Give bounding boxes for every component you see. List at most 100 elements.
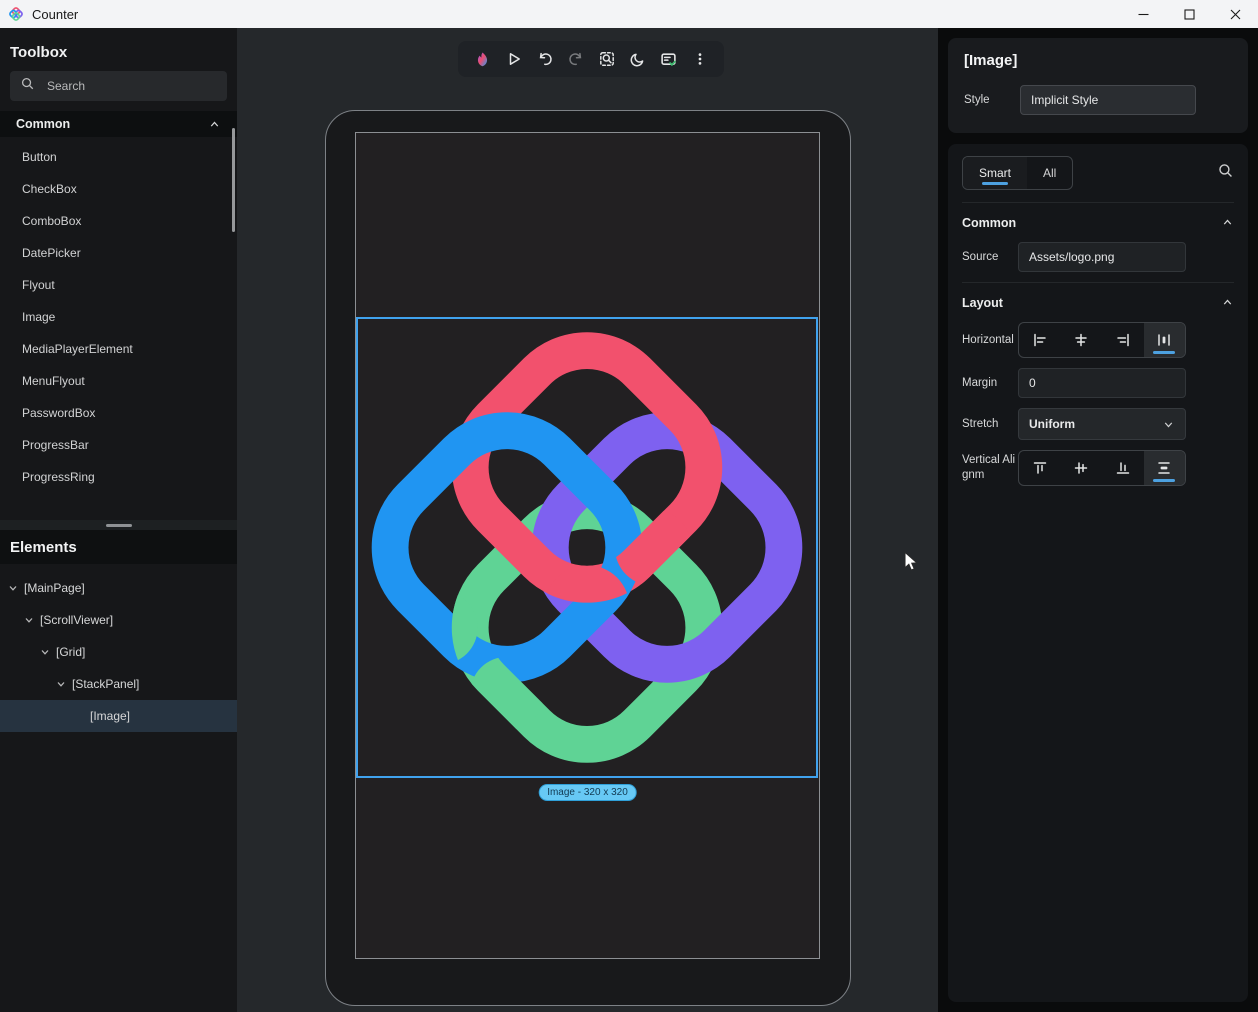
toolbox-search-input[interactable]: Search (10, 71, 227, 101)
more-icon (692, 51, 708, 67)
stretch-dropdown[interactable]: Uniform (1018, 408, 1186, 440)
tree-chevron-down-icon[interactable] (8, 583, 18, 593)
properties-panel: [Image] Style Implicit Style Smart All Co… (938, 28, 1258, 1012)
toolbox-panel: Toolbox Search Common ButtonCheckBoxComb… (0, 28, 237, 520)
canvas-toolbar (458, 41, 724, 77)
theme-moon-button[interactable] (623, 44, 652, 74)
more-button[interactable] (685, 44, 714, 74)
align-left-button[interactable] (1019, 323, 1061, 357)
inspector-header: [Image] (964, 52, 1232, 69)
design-canvas[interactable]: Image - 320 x 320 (237, 28, 938, 1012)
stretch-vertical-icon (1156, 460, 1172, 476)
toolbox-item-progressbar[interactable]: ProgressBar (0, 429, 237, 461)
task-check-button[interactable] (654, 44, 683, 74)
stretch-horizontal-button[interactable] (1144, 323, 1186, 357)
style-label: Style (964, 93, 1020, 108)
panel-splitter[interactable] (0, 520, 237, 530)
section-layout-label: Layout (962, 296, 1003, 310)
stretch-horizontal-icon (1156, 332, 1172, 348)
tree-node-label: [ScrollViewer] (40, 613, 113, 627)
tab-label: All (1043, 166, 1056, 180)
align-center-button[interactable] (1061, 323, 1103, 357)
left-panel: Toolbox Search Common ButtonCheckBoxComb… (0, 28, 237, 1012)
toolbox-item-menuflyout[interactable]: MenuFlyout (0, 365, 237, 397)
tree-node-label: [MainPage] (24, 581, 85, 595)
toolbox-item-checkbox[interactable]: CheckBox (0, 173, 237, 205)
toolbox-item-image[interactable]: Image (0, 301, 237, 333)
tree-node-label: [Grid] (56, 645, 85, 659)
toolbox-item-flyout[interactable]: Flyout (0, 269, 237, 301)
source-input[interactable]: Assets/logo.png (1018, 242, 1186, 272)
close-button[interactable] (1212, 0, 1258, 28)
tree-chevron-down-icon[interactable] (40, 647, 50, 657)
redo-icon (568, 51, 584, 67)
align-right-button[interactable] (1102, 323, 1144, 357)
tree-node-stackpanel[interactable]: [StackPanel] (0, 668, 237, 700)
toolbox-scrollbar-thumb[interactable] (232, 128, 235, 232)
align-top-icon (1032, 460, 1048, 476)
device-frame: Image - 320 x 320 (325, 110, 851, 1006)
toolbox-item-button[interactable]: Button (0, 141, 237, 173)
image-selection-overlay[interactable] (356, 317, 818, 778)
section-layout-header[interactable]: Layout (962, 282, 1234, 322)
chevron-up-icon (208, 118, 221, 131)
tree-node-image[interactable]: [Image] (0, 700, 237, 732)
tab-all[interactable]: All (1027, 157, 1072, 189)
search-placeholder: Search (47, 79, 85, 93)
tree-chevron-down-icon[interactable] (24, 615, 34, 625)
inspector-tabs: Smart All (962, 156, 1073, 190)
toolbox-section-common[interactable]: Common (0, 111, 237, 137)
page-surface[interactable]: Image - 320 x 320 (355, 132, 820, 959)
tab-label: Smart (979, 166, 1011, 180)
play-button[interactable] (499, 44, 528, 74)
section-common-header[interactable]: Common (962, 202, 1234, 242)
play-icon (506, 51, 522, 67)
selected-option-indicator (1153, 479, 1175, 482)
style-input[interactable]: Implicit Style (1020, 85, 1196, 115)
undo-button[interactable] (530, 44, 559, 74)
uno-logo-image[interactable] (360, 321, 814, 774)
properties-card: Smart All Common Source Assets/logo.png L… (948, 144, 1248, 1002)
toolbox-item-progressring[interactable]: ProgressRing (0, 461, 237, 493)
stretch-vertical-button[interactable] (1144, 451, 1186, 485)
tree-node-label: [StackPanel] (72, 677, 139, 691)
zoom-fit-icon (599, 51, 615, 67)
zoom-fit-button[interactable] (592, 44, 621, 74)
toolbox-item-passwordbox[interactable]: PasswordBox (0, 397, 237, 429)
selection-size-badge: Image - 320 x 320 (538, 784, 637, 801)
minimize-button[interactable] (1120, 0, 1166, 28)
tree-node-label: [Image] (90, 709, 130, 723)
toolbox-item-combobox[interactable]: ComboBox (0, 205, 237, 237)
selected-option-indicator (1153, 351, 1175, 354)
search-icon (20, 76, 35, 96)
elements-tree: [MainPage] [ScrollViewer] [Grid] [StackPane… (0, 572, 237, 732)
undo-icon (537, 51, 553, 67)
align-bottom-icon (1115, 460, 1131, 476)
redo-button[interactable] (561, 44, 590, 74)
tree-node-grid[interactable]: [Grid] (0, 636, 237, 668)
properties-search-icon[interactable] (1217, 162, 1234, 184)
margin-input[interactable]: 0 (1018, 368, 1186, 398)
task-check-icon (660, 51, 677, 68)
hot-design-flame-button[interactable] (468, 44, 497, 74)
margin-label: Margin (962, 376, 1018, 391)
tree-node-scrollviewer[interactable]: [ScrollViewer] (0, 604, 237, 636)
vertical-alignment-label: Vertical Alignm (962, 453, 1018, 483)
toolbox-item-mediaplayerelement[interactable]: MediaPlayerElement (0, 333, 237, 365)
stretch-label: Stretch (962, 417, 1018, 432)
align-bottom-button[interactable] (1102, 451, 1144, 485)
titlebar: Counter (0, 0, 1258, 28)
tab-smart[interactable]: Smart (963, 157, 1027, 189)
align-top-button[interactable] (1019, 451, 1061, 485)
source-label: Source (962, 250, 1018, 265)
maximize-button[interactable] (1166, 0, 1212, 28)
splitter-grip-icon (106, 524, 132, 527)
hot-design-flame-icon (474, 51, 491, 68)
toolbox-item-datepicker[interactable]: DatePicker (0, 237, 237, 269)
tree-node-mainpage[interactable]: [MainPage] (0, 572, 237, 604)
align-right-icon (1115, 332, 1131, 348)
chevron-up-icon (1221, 216, 1234, 229)
tree-chevron-down-icon[interactable] (56, 679, 66, 689)
align-middle-button[interactable] (1061, 451, 1103, 485)
chevron-up-icon (1221, 296, 1234, 309)
